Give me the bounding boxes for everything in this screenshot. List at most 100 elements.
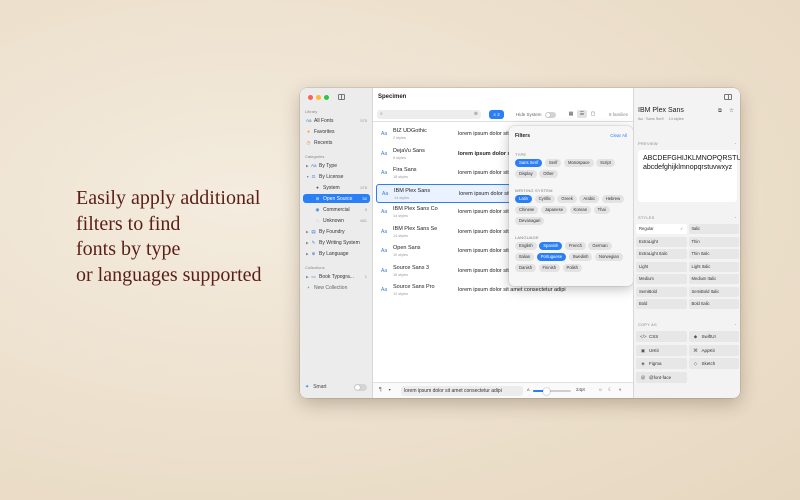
page-view-icon[interactable]: ▢ (588, 110, 598, 118)
filter-chip-writing[interactable]: Greek (557, 195, 577, 203)
size-slider-knob[interactable] (542, 387, 550, 395)
clear-search-icon[interactable]: ⊗ (474, 110, 478, 119)
filter-chip-writing[interactable]: Cyrillic (534, 195, 555, 203)
chevron-right-icon[interactable]: ▶ (306, 164, 309, 168)
filter-chip-writing[interactable]: Hebrew (601, 195, 625, 203)
copy-as-button[interactable]: ◈ Figma (636, 358, 687, 369)
sidebar-item-count: 1 (364, 274, 367, 279)
copy-as-button[interactable]: ◆ SwiftUI (688, 331, 739, 342)
chevron-right-icon[interactable]: ▶ (306, 252, 309, 256)
sun-icon[interactable]: ☼ (598, 387, 603, 393)
style-option[interactable]: ExtraLight (636, 236, 687, 247)
chevron-down-icon[interactable]: ▼ (388, 388, 391, 392)
chevron-right-icon[interactable]: ▶ (306, 275, 309, 279)
filter-chip-writing[interactable]: Devanagari (515, 217, 545, 225)
filter-chip-language[interactable]: Finnish (538, 264, 561, 272)
filter-chip-language[interactable]: Polish (562, 264, 582, 272)
chevron-right-icon[interactable]: ▶ (306, 241, 309, 245)
filter-chip-language[interactable]: English (515, 242, 537, 250)
sidebar-item-recents[interactable]: ◷ Recents (303, 138, 370, 147)
new-collection-button[interactable]: + New Collection (303, 283, 370, 292)
grid-view-icon[interactable]: ▦ (566, 110, 576, 118)
sidebar-item-by-type[interactable]: ▶ Aa By Type (303, 161, 370, 170)
filter-chip-type[interactable]: Display (515, 170, 537, 178)
sidebar-item-open-source[interactable]: ⊘ Open Source 52 (303, 194, 370, 203)
close-window-button[interactable] (308, 95, 313, 100)
filter-chip-type[interactable]: Sans Serif (515, 159, 543, 167)
style-option[interactable]: Light (636, 261, 687, 272)
filter-chip-language[interactable]: Swedish (568, 253, 593, 261)
aa-icon: Aa (381, 248, 388, 254)
moon-icon[interactable]: ☾ (608, 387, 612, 393)
chevron-down-icon[interactable]: ⌄ (734, 215, 737, 219)
smart-toggle[interactable] (354, 383, 367, 391)
filter-chip-language[interactable]: Portuguese (536, 253, 567, 261)
style-option[interactable]: Medium Italic (688, 274, 739, 284)
favorite-star-icon[interactable]: ☆ (729, 108, 734, 114)
sidebar-item-all-fonts[interactable]: Aa All Fonts 575 (303, 116, 370, 125)
filter-chip-writing[interactable]: Chinese (515, 206, 539, 214)
chevron-down-icon[interactable]: ▼ (306, 175, 309, 179)
filter-chip-type[interactable]: Other (539, 170, 558, 178)
copy-as-button[interactable]: ⌘ AppKit (688, 344, 739, 356)
filter-chip-writing[interactable]: Latin (515, 195, 533, 203)
clear-all-button[interactable]: Clear All (610, 133, 627, 138)
preview-text-field[interactable]: lorem ipsum dolor sit amet consectetur a… (401, 386, 523, 396)
filter-chip-writing[interactable]: Japanese (540, 206, 568, 214)
sidebar-item-label: Recents (314, 139, 333, 146)
minimize-window-button[interactable] (316, 95, 321, 100)
sidebar-item-by-license[interactable]: ▼ ⚖ By License (303, 172, 370, 181)
sidebar-toggle-icon[interactable] (338, 94, 345, 100)
style-option[interactable]: Italic (688, 224, 739, 234)
filter-button[interactable]: ≡ 2 (489, 110, 504, 119)
filter-chip-language[interactable]: French (564, 242, 586, 250)
chevron-right-icon[interactable]: ▶ (306, 230, 309, 234)
copy-as-button[interactable]: @ @font-face (636, 371, 687, 383)
style-option[interactable]: ExtraLight Italic (636, 249, 687, 259)
filter-chip-language[interactable]: German (588, 242, 612, 250)
style-option[interactable]: SemiBold Italic (688, 286, 739, 297)
filter-chip-writing[interactable]: Thai (593, 206, 610, 214)
filter-chip-type[interactable]: Monospace (563, 159, 594, 167)
style-option[interactable]: Thin Italic (688, 249, 739, 259)
filter-chip-language[interactable]: Italian (515, 253, 535, 261)
chevron-down-icon[interactable]: ⌄ (734, 141, 737, 145)
sidebar-item-by-writing-system[interactable]: ▶ ✎ By Writing System (303, 238, 370, 247)
contrast-icon[interactable]: ◐ (619, 387, 622, 393)
style-option[interactable]: Regular (636, 224, 687, 234)
style-option[interactable]: SemiBold (636, 286, 687, 297)
filter-chip-writing[interactable]: Korean (569, 206, 592, 214)
filter-chip-type[interactable]: Serif (544, 159, 562, 167)
categories-section-label: Categories (305, 154, 325, 159)
filter-chip-writing[interactable]: Arabic (579, 195, 600, 203)
filter-chip-language[interactable]: Danish (515, 264, 537, 272)
inspector-toggle-icon[interactable] (724, 94, 732, 100)
size-slider[interactable] (533, 387, 571, 395)
font-styles-count: 12 styles (393, 292, 408, 296)
sidebar-item-system[interactable]: ● System 578 (303, 183, 370, 192)
filter-chip-language[interactable]: Norwegian (594, 253, 623, 261)
style-option[interactable]: Light Italic (688, 261, 739, 272)
copy-as-button[interactable]: ▣ UIKit (636, 344, 687, 356)
style-option[interactable]: Bold (636, 299, 687, 309)
style-option[interactable]: Thin (688, 236, 739, 247)
search-input[interactable]: ⌕ ⊗ (377, 110, 481, 119)
sidebar-item-favorites[interactable]: ★ Favorites (303, 127, 370, 136)
sidebar-item-by-foundry[interactable]: ▶ ▤ By Foundry (303, 227, 370, 236)
filter-chip-type[interactable]: Script (596, 159, 615, 167)
style-option[interactable]: Bold Italic (688, 299, 739, 309)
chevron-down-icon[interactable]: ⌄ (734, 322, 737, 326)
zoom-window-button[interactable] (324, 95, 329, 100)
hide-system-toggle[interactable] (544, 111, 556, 118)
sidebar-item-by-language[interactable]: ▶ ⊕ By Language (303, 249, 370, 258)
copy-icon[interactable]: ⧉ (718, 108, 722, 115)
sidebar-item-collection[interactable]: ▶ ▭ Book Typogra... 1 (303, 272, 370, 281)
text-format-icon[interactable]: ¶ (379, 387, 382, 393)
sidebar-item-commercial[interactable]: ◉ Commercial 5 (303, 205, 370, 214)
copy-as-button[interactable]: ◇ Sketch (688, 358, 739, 369)
filter-chip-language[interactable]: Spanish (539, 242, 563, 250)
style-option[interactable]: Medium (636, 274, 687, 284)
list-view-icon[interactable]: ☰ (577, 110, 587, 118)
copy-as-button[interactable]: </> CSS (636, 331, 687, 342)
sidebar-item-unknown[interactable]: ◌ Unknown 681 (303, 216, 370, 225)
